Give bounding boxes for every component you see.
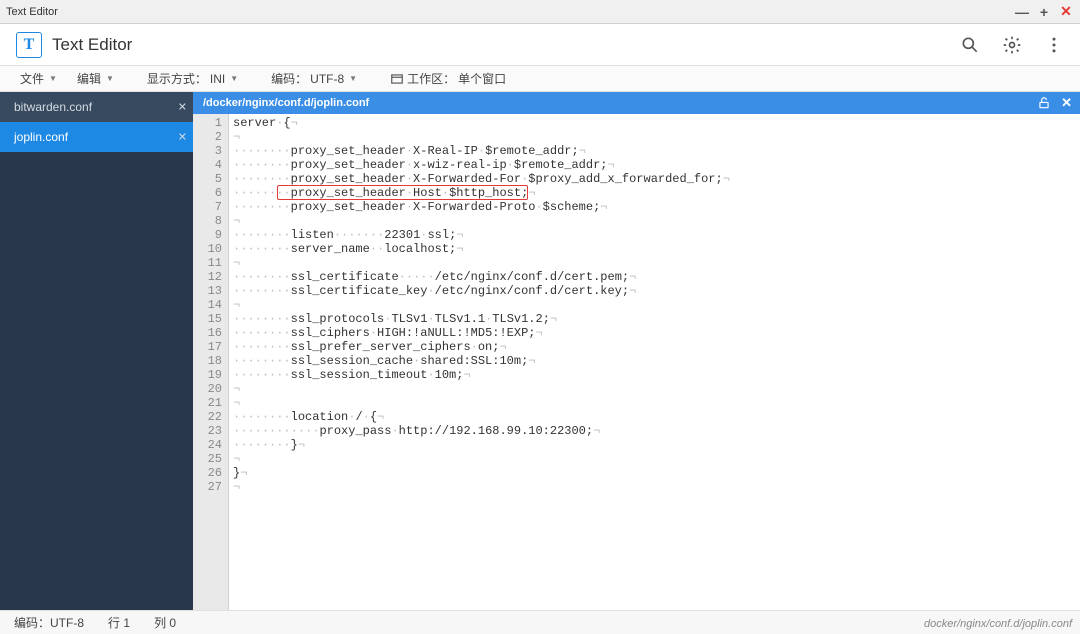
code-line: ········proxy_set_header·Host·$http_host… xyxy=(233,186,1080,200)
chevron-down-icon: ▼ xyxy=(230,74,238,83)
code-line: ¬ xyxy=(233,214,1080,228)
chevron-down-icon: ▼ xyxy=(106,74,114,83)
status-line: 行 1 xyxy=(108,614,130,631)
more-icon[interactable] xyxy=(1044,35,1064,55)
search-icon[interactable] xyxy=(960,35,980,55)
code-line: ¬ xyxy=(233,256,1080,270)
code-editor[interactable]: 1234567891011121314151617181920212223242… xyxy=(193,114,1080,610)
maximize-button[interactable]: + xyxy=(1036,4,1052,20)
code-line: }¬ xyxy=(233,466,1080,480)
toolbar: 文件▼ 编辑▼ 显示方式： INI ▼ 编码： UTF-8 ▼ 工作区： 单个窗… xyxy=(0,66,1080,92)
separator xyxy=(254,71,255,87)
code-line: ········ssl_prefer_server_ciphers·on;¬ xyxy=(233,340,1080,354)
status-bar: 编码：UTF-8 行 1 列 0 xyxy=(0,610,1080,634)
code-line: ¬ xyxy=(233,480,1080,494)
sidebar-tab-label: joplin.conf xyxy=(14,130,68,144)
code-line: ········ssl_session_cache·shared:SSL:10m… xyxy=(233,354,1080,368)
code-line: ¬ xyxy=(233,298,1080,312)
code-line: ¬ xyxy=(233,452,1080,466)
unlock-icon[interactable] xyxy=(1037,96,1051,110)
window-titlebar: Text Editor — + ✕ xyxy=(0,0,1080,24)
app-header-right xyxy=(960,35,1064,55)
app-header: T Text Editor xyxy=(0,24,1080,66)
chevron-down-icon: ▼ xyxy=(49,74,57,83)
sidebar-tab-joplin[interactable]: joplin.conf ✕ xyxy=(0,122,193,152)
code-line: ¬ xyxy=(233,130,1080,144)
main-area: bitwarden.conf ✕ joplin.conf ✕ /docker/n… xyxy=(0,92,1080,610)
minimize-button[interactable]: — xyxy=(1014,4,1030,20)
close-button[interactable]: ✕ xyxy=(1058,4,1074,20)
file-path: /docker/nginx/conf.d/joplin.conf xyxy=(203,97,369,109)
close-icon[interactable]: ✕ xyxy=(178,131,187,144)
window-controls: — + ✕ xyxy=(1014,4,1074,20)
view-mode-select[interactable]: 显示方式： INI ▼ xyxy=(139,66,246,91)
menu-edit[interactable]: 编辑▼ xyxy=(69,66,122,91)
code-line: ········ssl_ciphers·HIGH:!aNULL:!MD5:!EX… xyxy=(233,326,1080,340)
line-gutter: 1234567891011121314151617181920212223242… xyxy=(193,114,229,610)
workspace-select[interactable]: 工作区： 单个窗口 xyxy=(382,66,514,91)
editor-area: /docker/nginx/conf.d/joplin.conf ✕ 12345… xyxy=(193,92,1080,610)
code-line: ¬ xyxy=(233,382,1080,396)
status-col: 列 0 xyxy=(154,614,176,631)
code-line: ········ssl_session_timeout·10m;¬ xyxy=(233,368,1080,382)
code-line: ········proxy_set_header·X-Forwarded-For… xyxy=(233,172,1080,186)
gear-icon[interactable] xyxy=(1002,35,1022,55)
code-content[interactable]: server·{¬¬········proxy_set_header·X-Rea… xyxy=(229,114,1080,610)
code-line: ········proxy_set_header·X-Real-IP·$remo… xyxy=(233,144,1080,158)
app-title: Text Editor xyxy=(52,35,132,55)
chevron-down-icon: ▼ xyxy=(349,74,357,83)
window-icon xyxy=(390,72,404,86)
close-icon[interactable]: ✕ xyxy=(1061,95,1072,111)
close-icon[interactable]: ✕ xyxy=(178,101,187,114)
window-title: Text Editor xyxy=(6,6,58,18)
status-encoding: 编码：UTF-8 xyxy=(14,614,84,631)
separator xyxy=(130,71,131,87)
code-line: ········proxy_set_header·x-wiz-real-ip·$… xyxy=(233,158,1080,172)
encoding-select[interactable]: 编码： UTF-8 ▼ xyxy=(263,66,365,91)
code-line: ········server_name··localhost;¬ xyxy=(233,242,1080,256)
sidebar-tab-bitwarden[interactable]: bitwarden.conf ✕ xyxy=(0,92,193,122)
code-line: ········listen·······22301·ssl;¬ xyxy=(233,228,1080,242)
code-line: ········ssl_certificate·····/etc/nginx/c… xyxy=(233,270,1080,284)
code-line: ········location·/·{¬ xyxy=(233,410,1080,424)
code-line: ········proxy_set_header·X-Forwarded-Pro… xyxy=(233,200,1080,214)
code-line: ¬ xyxy=(233,396,1080,410)
app-logo-icon: T xyxy=(16,32,42,58)
code-line: ········ssl_protocols·TLSv1·TLSv1.1·TLSv… xyxy=(233,312,1080,326)
code-line: ········}¬ xyxy=(233,438,1080,452)
file-path-actions: ✕ xyxy=(1037,95,1072,111)
sidebar: bitwarden.conf ✕ joplin.conf ✕ xyxy=(0,92,193,610)
code-line: server·{¬ xyxy=(233,116,1080,130)
code-line: ········ssl_certificate_key·/etc/nginx/c… xyxy=(233,284,1080,298)
file-path-bar: /docker/nginx/conf.d/joplin.conf ✕ xyxy=(193,92,1080,114)
sidebar-tab-label: bitwarden.conf xyxy=(14,100,92,114)
separator xyxy=(373,71,374,87)
app-header-left: T Text Editor xyxy=(16,32,132,58)
menu-file[interactable]: 文件▼ xyxy=(12,66,65,91)
code-line: ············proxy_pass·http://192.168.99… xyxy=(233,424,1080,438)
